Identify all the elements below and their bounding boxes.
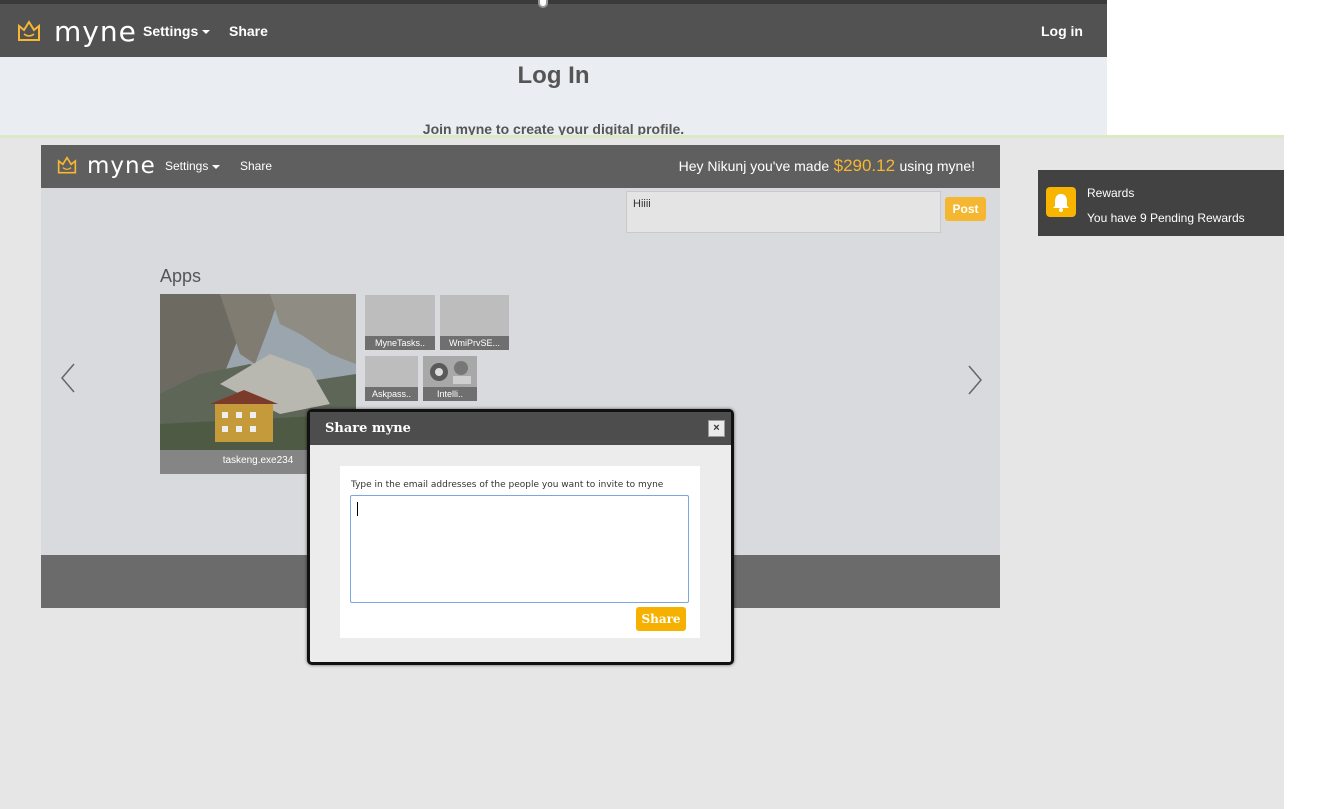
email-field[interactable] [350,495,689,603]
earnings-prefix: Hey Nikunj you've made [678,158,830,174]
caret-down-icon [212,164,221,169]
app-tile[interactable]: Askpass.. [365,356,418,401]
tile-caption: Intelli.. [423,387,477,401]
dialog-title: Share myne [325,421,411,436]
close-icon[interactable]: × [708,420,725,437]
tile-caption: Askpass.. [365,387,418,401]
rewards-title: Rewards [1087,186,1135,200]
page-title: Log In [517,62,590,89]
rewards-message: You have 9 Pending Rewards [1087,211,1245,225]
nav-login[interactable]: Log in [1041,23,1083,39]
nav-settings-label: Settings [165,159,209,173]
app-tile[interactable]: WmiPrvSE... [440,295,509,350]
earnings-banner: Hey Nikunj you've made $290.12 using myn… [679,156,975,176]
share-button[interactable]: Share [636,607,686,631]
top-logo[interactable]: myne [16,15,137,48]
share-dialog: Share myne × Type in the email addresses… [307,409,734,665]
tile-caption: MyneTasks.. [365,336,435,350]
caret-down-icon [202,30,211,35]
crown-logo-icon [18,19,40,41]
carousel-prev-icon[interactable] [56,356,80,400]
bell-glyph [1053,194,1069,212]
dialog-titlebar: Share myne × [310,412,731,445]
nav-settings[interactable]: Settings [143,23,211,39]
logo-text: myne [87,153,156,179]
post-input[interactable]: Hiiii [626,191,941,233]
carousel-next-icon[interactable] [963,358,987,402]
logo-text: myne [54,15,137,48]
nav-share[interactable]: Share [240,159,272,173]
main-logo[interactable]: myne [56,153,156,179]
crown-logo-icon [57,156,77,174]
earnings-suffix: using myne! [899,158,975,174]
top-navbar: myne Settings Share Log in [0,0,1107,57]
tile-caption: WmiPrvSE... [440,336,509,350]
apps-heading: Apps [160,266,202,286]
text-caret [357,502,358,516]
main-navbar: myne Settings Share Hey Nikunj you've ma… [41,145,1000,188]
app-thumbnail-image [423,356,477,387]
dialog-panel: Type in the email addresses of the peopl… [340,466,700,638]
app-tile[interactable]: MyneTasks.. [365,295,435,350]
app-tile[interactable]: Intelli.. [423,356,477,401]
nav-share[interactable]: Share [229,23,268,39]
nav-settings[interactable]: Settings [165,159,221,173]
window-edge [0,135,1284,138]
email-field-label: Type in the email addresses of the peopl… [351,480,664,490]
bell-icon [1046,187,1076,217]
post-button[interactable]: Post [945,197,986,221]
nav-settings-label: Settings [143,23,199,39]
earnings-amount: $290.12 [833,156,896,175]
rewards-notification[interactable]: Rewards You have 9 Pending Rewards [1038,170,1284,236]
